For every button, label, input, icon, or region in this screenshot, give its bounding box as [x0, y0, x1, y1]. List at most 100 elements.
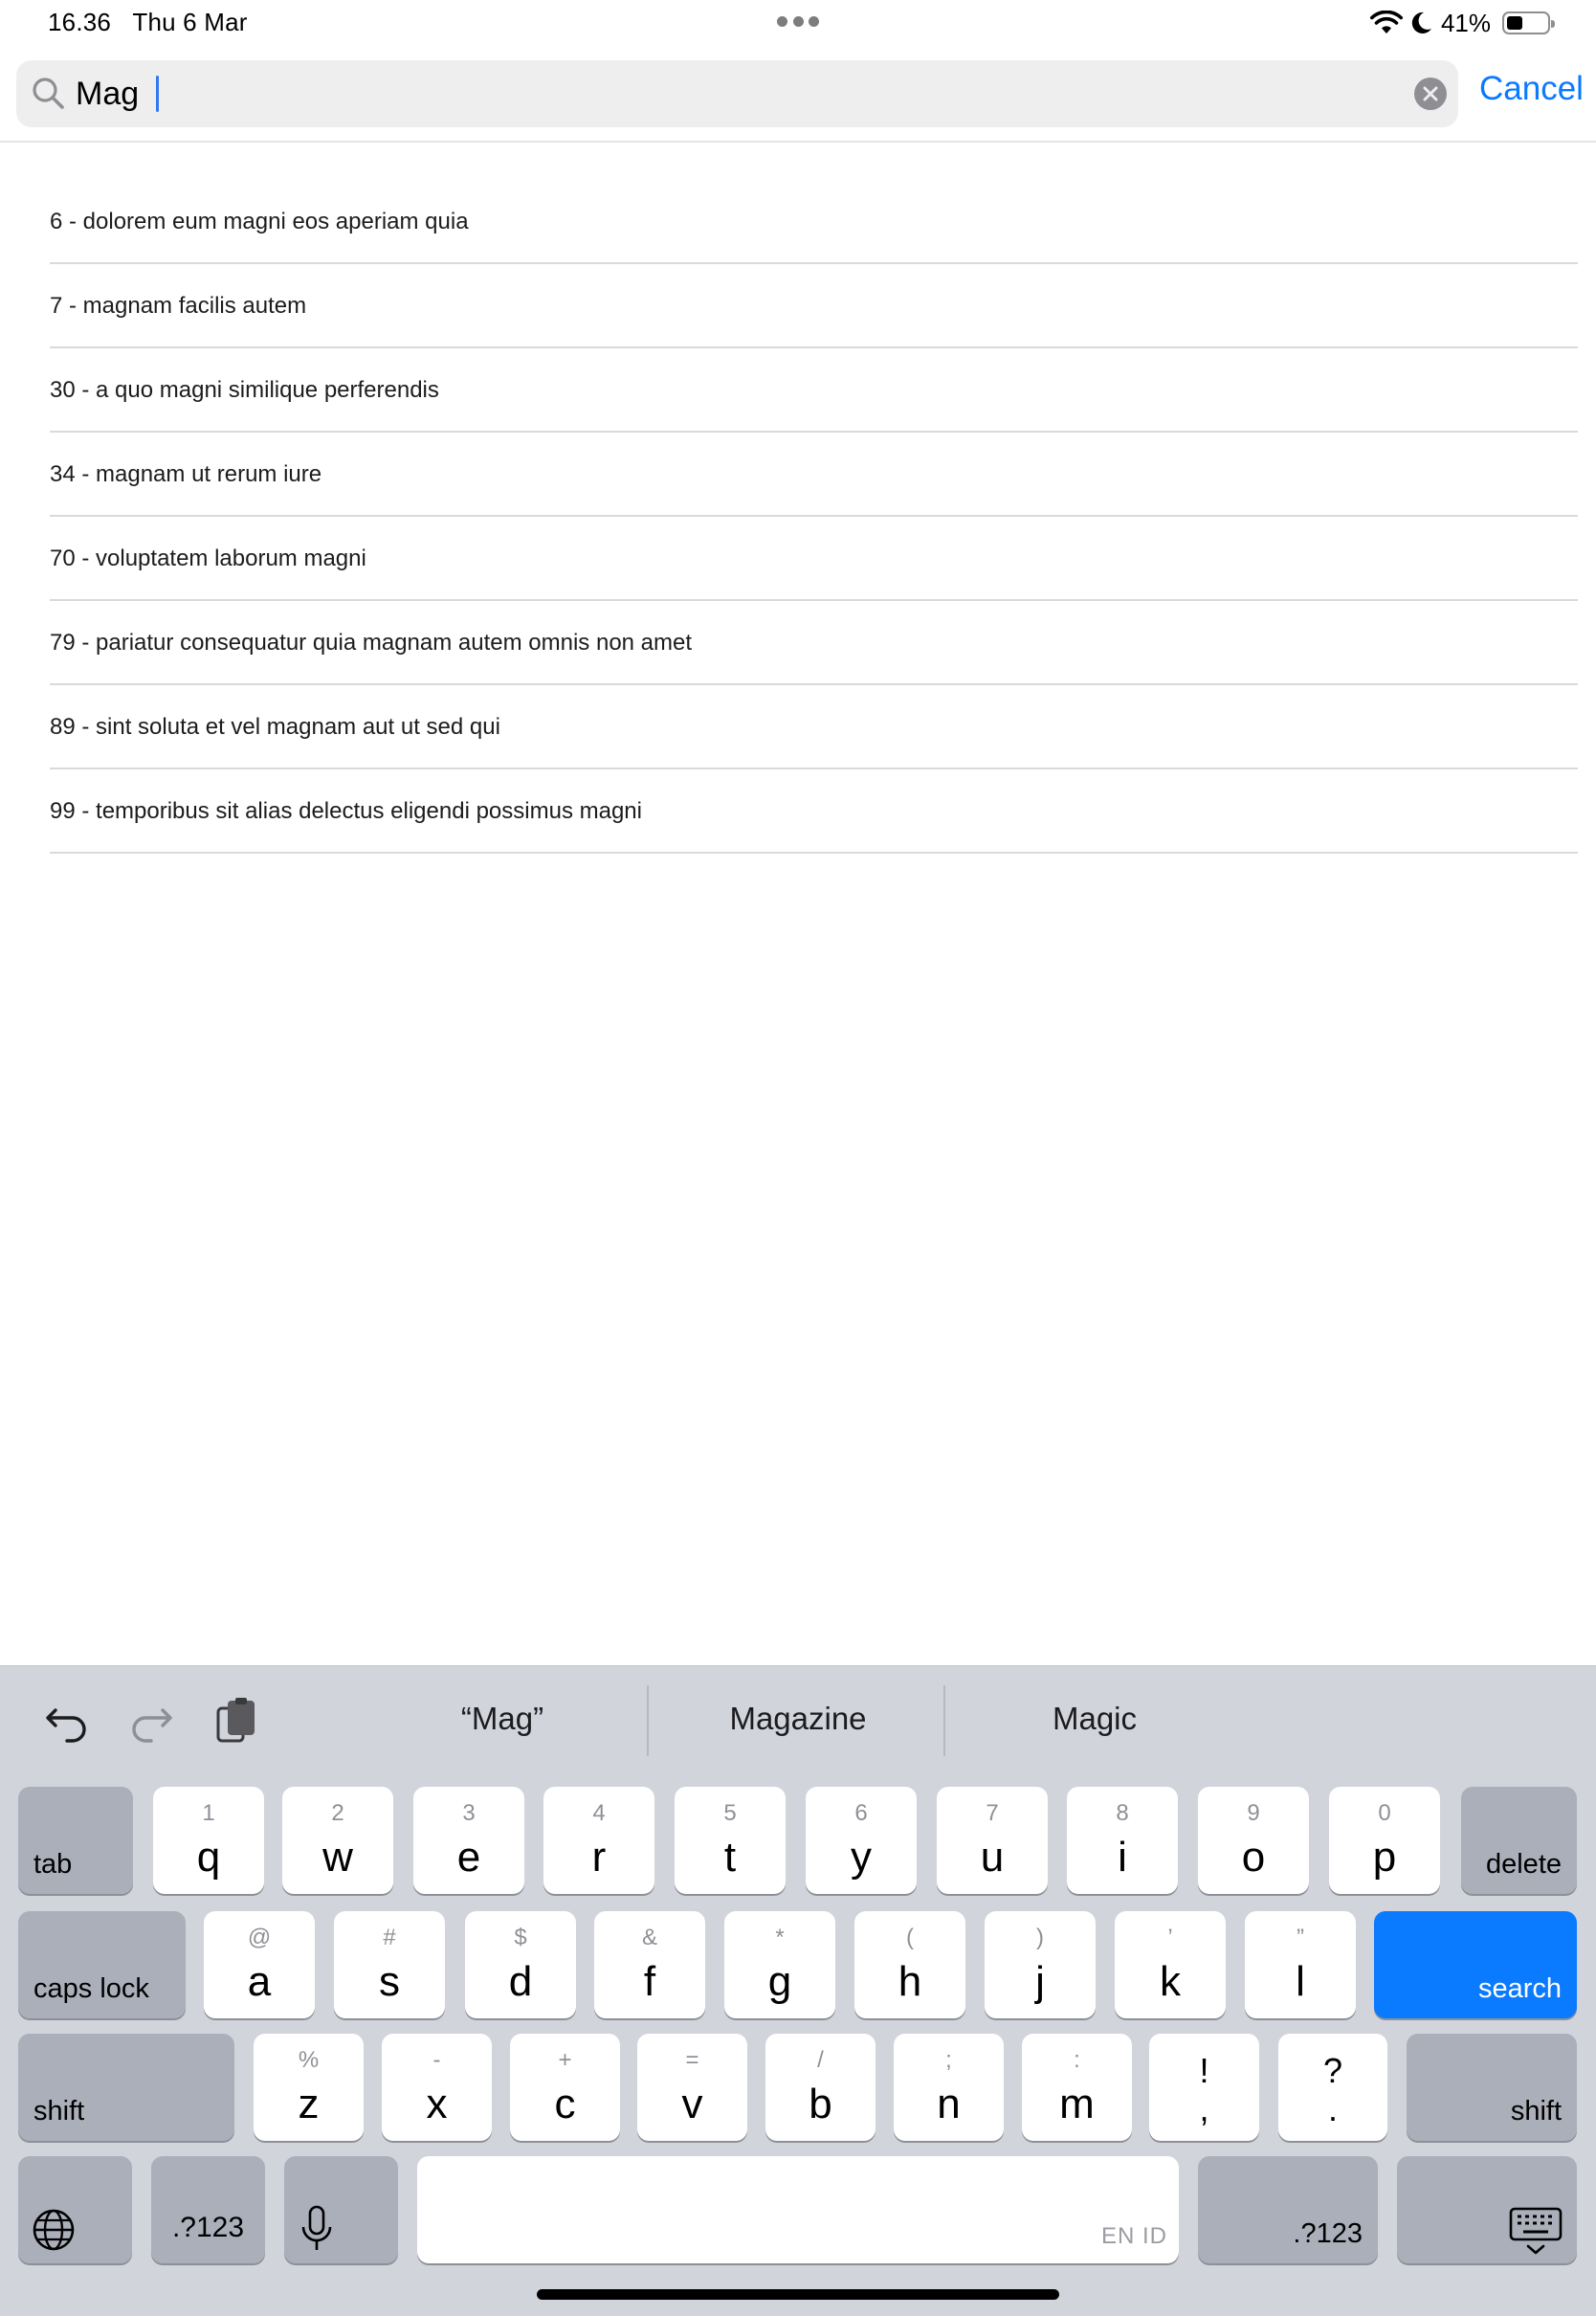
key-e[interactable]: 3e [413, 1787, 524, 1894]
result-title: 6 - dolorem eum magni eos aperiam quia [50, 209, 469, 234]
numbers-key-label: .?123 [171, 2212, 245, 2243]
clear-search-button[interactable] [1414, 78, 1447, 110]
key-char: b [809, 2081, 832, 2127]
undo-icon[interactable] [42, 1697, 92, 1747]
key-alt-char: * [775, 1925, 785, 1950]
space-key[interactable]: EN ID [417, 2156, 1179, 2263]
result-title: 30 - a quo magni similique perferendis [50, 377, 439, 403]
key-p[interactable]: 0p [1329, 1787, 1440, 1894]
status-date: Thu 6 Mar [132, 8, 248, 36]
key-q[interactable]: 1q [153, 1787, 264, 1894]
key-char: a [247, 1958, 272, 2005]
key-top-char: ? [1322, 2051, 1343, 2090]
key-i[interactable]: 8i [1067, 1787, 1178, 1894]
key-h[interactable]: (h [854, 1911, 965, 2018]
keyboard-toolbar: “Mag” Magazine Magic [0, 1666, 1596, 1773]
numbers-key-left[interactable]: .?123 [151, 2156, 265, 2263]
key-u[interactable]: 7u [937, 1787, 1048, 1894]
key-char: y [851, 1834, 872, 1881]
key-alt-char: 7 [986, 1800, 999, 1826]
key-s[interactable]: # s [334, 1911, 445, 2018]
key-bottom-char: . [1327, 2089, 1338, 2128]
key-char: r [591, 1834, 607, 1881]
key-alt-char: 3 [462, 1800, 476, 1826]
key-j[interactable]: ) j [985, 1911, 1096, 2018]
key-c[interactable]: + c [510, 2034, 620, 2141]
dot [792, 16, 804, 27]
delete-key-label: delete [1485, 1849, 1562, 1880]
result-row[interactable]: 34 - magnam ut rerum iure [50, 433, 1578, 517]
key-exclamation-comma[interactable]: ! , [1149, 2034, 1259, 2141]
dismiss-keyboard-key[interactable] [1397, 2156, 1577, 2263]
numbers-key-right[interactable]: .?123 [1198, 2156, 1378, 2263]
key-char: q [196, 1834, 221, 1881]
key-a[interactable]: @ a [204, 1911, 315, 2018]
key-alt-char: ( [906, 1925, 914, 1950]
key-char: m [1059, 2081, 1095, 2127]
result-row[interactable]: 89 - sint soluta et vel magnam aut ut se… [50, 685, 1578, 769]
search-bar[interactable] [16, 60, 1458, 127]
key-z[interactable]: % z [254, 2034, 364, 2141]
key-g[interactable]: * g [724, 1911, 835, 2018]
search-input[interactable] [76, 60, 1396, 127]
result-row[interactable]: 7 - magnam facilis autem [50, 264, 1578, 348]
key-o[interactable]: 9o [1198, 1787, 1309, 1894]
key-b[interactable]: / b [765, 2034, 876, 2141]
key-l[interactable]: ” l [1245, 1911, 1356, 2018]
key-v[interactable]: = v [637, 2034, 747, 2141]
key-w[interactable]: 2w [282, 1787, 393, 1894]
key-char: x [426, 2081, 448, 2127]
key-char: g [767, 1958, 792, 2005]
globe-key[interactable] [18, 2156, 132, 2263]
tab-key[interactable]: tab [18, 1787, 133, 1894]
tab-key-label: tab [33, 1849, 73, 1880]
result-row[interactable]: 79 - pariatur consequatur quia magnam au… [50, 601, 1578, 685]
numbers-key-label: .?123 [1293, 2218, 1363, 2249]
result-row[interactable]: 6 - dolorem eum magni eos aperiam quia [50, 180, 1578, 264]
result-title: 70 - voluptatem laborum magni [50, 546, 366, 571]
suggestion-magazine[interactable]: Magazine [693, 1701, 903, 1737]
home-indicator[interactable] [537, 2289, 1059, 2300]
result-title: 89 - sint soluta et vel magnam aut ut se… [50, 714, 500, 740]
delete-key[interactable]: delete [1461, 1787, 1577, 1894]
key-alt-char: ; [945, 2047, 952, 2073]
result-row[interactable]: 70 - voluptatem laborum magni [50, 517, 1578, 601]
key-x[interactable]: -x [382, 2034, 492, 2141]
key-m[interactable]: :m [1022, 2034, 1132, 2141]
key-char: f [643, 1958, 656, 2005]
key-alt-char: % [298, 2047, 320, 2073]
key-y[interactable]: 6y [806, 1787, 917, 1894]
multitasking-dots[interactable] [777, 16, 819, 28]
key-top-char: ! [1199, 2051, 1209, 2090]
key-alt-char: - [432, 2047, 441, 2073]
key-alt-char: 5 [723, 1800, 737, 1826]
key-alt-char: + [558, 2047, 572, 2073]
key-t[interactable]: 5t [675, 1787, 786, 1894]
shift-key-left[interactable]: shift [18, 2034, 234, 2141]
key-alt-char: / [817, 2047, 824, 2073]
caps-lock-key[interactable]: caps lock [18, 1911, 186, 2018]
key-alt-char: 8 [1116, 1800, 1129, 1826]
suggestion-magic[interactable]: Magic [989, 1701, 1200, 1737]
suggestion-quoted[interactable]: “Mag” [402, 1701, 603, 1737]
result-title: 79 - pariatur consequatur quia magnam au… [50, 630, 693, 656]
key-char: e [456, 1834, 481, 1881]
key-question-period[interactable]: ? . [1278, 2034, 1387, 2141]
key-alt-char: 0 [1378, 1800, 1391, 1826]
key-char: c [554, 2081, 576, 2127]
key-n[interactable]: ; n [894, 2034, 1004, 2141]
cancel-button[interactable]: Cancel [1479, 70, 1584, 108]
key-f[interactable]: & f [594, 1911, 705, 2018]
key-r[interactable]: 4r [543, 1787, 654, 1894]
key-k[interactable]: ’ k [1115, 1911, 1226, 2018]
result-row[interactable]: 99 - temporibus sit alias delectus elige… [50, 769, 1578, 854]
redo-icon[interactable] [126, 1697, 176, 1747]
search-key[interactable]: search [1374, 1911, 1577, 2018]
clipboard-icon[interactable] [212, 1697, 262, 1747]
dictation-key[interactable] [284, 2156, 398, 2263]
key-d[interactable]: $ d [465, 1911, 576, 2018]
result-title: 34 - magnam ut rerum iure [50, 461, 322, 487]
result-row[interactable]: 30 - a quo magni similique perferendis [50, 348, 1578, 433]
key-alt-char: 4 [592, 1800, 606, 1826]
shift-key-right[interactable]: shift [1407, 2034, 1577, 2141]
